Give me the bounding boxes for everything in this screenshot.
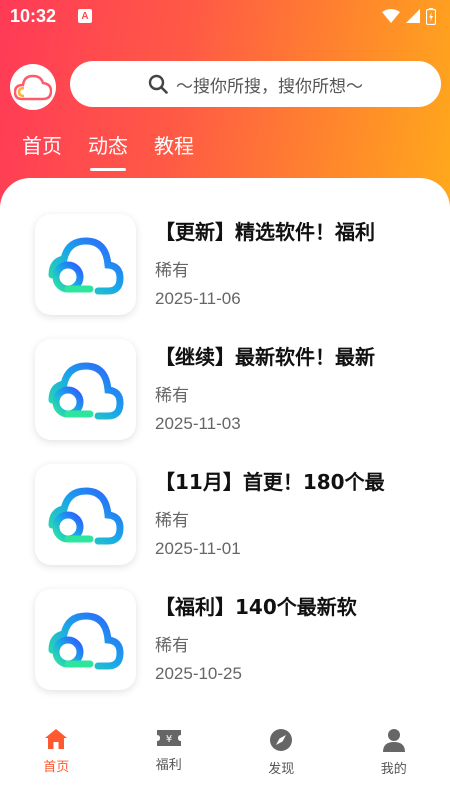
signal-icon: [406, 9, 420, 23]
item-thumbnail: [35, 339, 136, 440]
content-panel: 【更新】精选软件！福利 稀有 2025-11-06 【继续】最新软件！最新 稀有…: [0, 178, 450, 800]
status-bar: 10:32 A: [0, 0, 450, 32]
tab-home[interactable]: 首页: [22, 130, 62, 171]
cloud-app-icon: [48, 611, 124, 669]
ticket-icon: ¥: [156, 730, 181, 746]
battery-icon: [426, 7, 436, 25]
item-date: 2025-11-01: [155, 539, 241, 558]
item-date: 2025-11-03: [155, 414, 241, 433]
item-author: 稀有: [155, 261, 189, 281]
nav-mine[interactable]: 我的: [338, 718, 450, 800]
nav-mine-label: 我的: [380, 762, 407, 777]
item-author: 稀有: [155, 636, 189, 656]
item-thumbnail: [35, 589, 136, 690]
nav-welfare-label: 福利: [155, 758, 182, 773]
status-time: 10:32: [10, 5, 57, 26]
wifi-icon: [382, 9, 400, 23]
cloud-app-icon: [48, 486, 124, 544]
tab-tutorial[interactable]: 教程: [154, 130, 194, 171]
svg-text:¥: ¥: [166, 734, 172, 745]
cloud-logo-icon: [14, 74, 52, 101]
search-placeholder: ～搜你所搜，搜你所想～: [176, 76, 363, 97]
item-thumbnail: [35, 214, 136, 315]
cloud-app-icon: [48, 236, 124, 294]
top-tabs: 首页 动态 教程: [22, 130, 194, 171]
nav-discover-label: 发现: [268, 762, 295, 777]
nav-welfare[interactable]: ¥ 福利: [113, 718, 226, 800]
notification-icon: A: [78, 9, 93, 23]
list-item[interactable]: 【更新】精选软件！福利 稀有 2025-11-06: [35, 214, 435, 318]
item-title: 【继续】最新软件！最新: [155, 345, 375, 369]
cloud-app-icon: [48, 361, 124, 419]
person-icon: [382, 729, 405, 752]
item-author: 稀有: [155, 511, 189, 531]
tab-feed[interactable]: 动态: [88, 130, 128, 171]
search-icon: [148, 74, 168, 94]
home-icon: [45, 729, 68, 749]
nav-discover[interactable]: 发现: [225, 718, 338, 800]
item-title: 【福利】140个最新软: [155, 595, 357, 619]
item-date: 2025-10-25: [155, 664, 242, 683]
search-bar[interactable]: ～搜你所搜，搜你所想～: [70, 61, 441, 107]
compass-icon: [270, 729, 293, 751]
item-title: 【更新】精选软件！福利: [155, 220, 375, 244]
item-title: 【11月】首更！180个最: [155, 470, 385, 494]
list-item[interactable]: 【福利】140个最新软 稀有 2025-10-25: [35, 589, 435, 693]
item-thumbnail: [35, 464, 136, 565]
bottom-nav: 首页 ¥ 福利 发现 我的: [0, 718, 450, 800]
nav-home-label: 首页: [43, 760, 70, 775]
list-item[interactable]: 【11月】首更！180个最 稀有 2025-11-01: [35, 464, 435, 568]
item-author: 稀有: [155, 386, 189, 406]
nav-home[interactable]: 首页: [0, 718, 113, 800]
list-item[interactable]: 【继续】最新软件！最新 稀有 2025-11-03: [35, 339, 435, 443]
app-logo[interactable]: [10, 64, 56, 110]
item-date: 2025-11-06: [155, 289, 241, 308]
